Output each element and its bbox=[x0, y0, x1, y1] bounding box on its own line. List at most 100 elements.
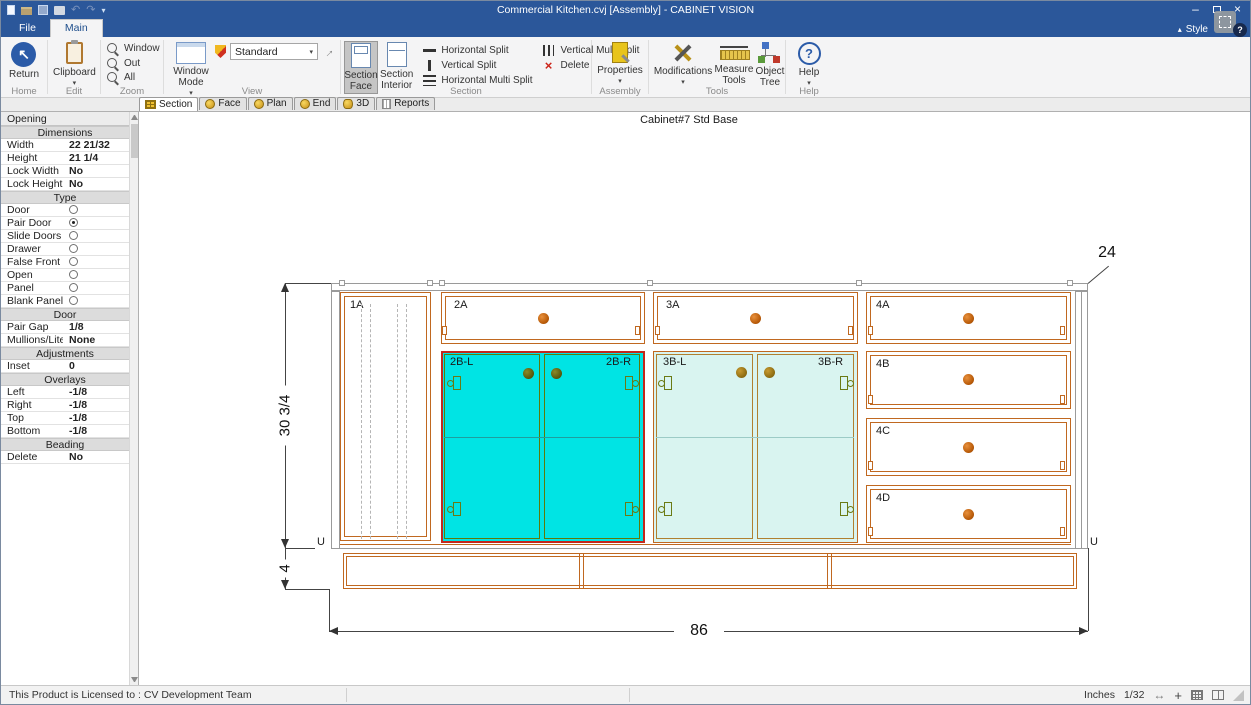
tab-main[interactable]: Main bbox=[50, 19, 103, 37]
view-style-combobox[interactable]: Standard ▾ bbox=[230, 43, 318, 60]
radio-unchecked-icon[interactable] bbox=[69, 296, 78, 305]
pan-arrow-icon[interactable]: → bbox=[319, 42, 337, 60]
precision-label[interactable]: 1/32 bbox=[1124, 689, 1144, 701]
panel-row-label: Mullions/Lites bbox=[1, 334, 63, 346]
pan-tool-icon[interactable]: ↔ bbox=[1153, 688, 1165, 702]
panel-radio-cell[interactable] bbox=[63, 204, 129, 216]
help-bubble-icon[interactable]: ? bbox=[1233, 23, 1247, 37]
status-divider bbox=[629, 688, 630, 702]
split-view-icon[interactable] bbox=[1212, 690, 1224, 700]
print-icon[interactable] bbox=[54, 6, 65, 15]
panel-radio-cell[interactable] bbox=[63, 256, 129, 268]
view-style-row: Standard ▾ → bbox=[215, 43, 334, 60]
panel-row-value[interactable]: 1/8 bbox=[63, 321, 129, 333]
tab-file[interactable]: File bbox=[5, 20, 50, 37]
panel-radio-cell[interactable] bbox=[63, 282, 129, 294]
radio-unchecked-icon[interactable] bbox=[69, 205, 78, 214]
panel-row-value[interactable]: -1/8 bbox=[63, 399, 129, 411]
panel-radio-cell[interactable] bbox=[63, 269, 129, 281]
scroll-thumb[interactable] bbox=[131, 124, 138, 158]
opening-label: 4B bbox=[876, 358, 889, 370]
redo-icon[interactable]: ↷ bbox=[86, 5, 95, 16]
return-button[interactable]: ↖ Return bbox=[7, 41, 41, 81]
radio-unchecked-icon[interactable] bbox=[69, 244, 78, 253]
scroll-up-icon[interactable] bbox=[131, 115, 138, 120]
face-icon bbox=[205, 99, 215, 109]
zoom-window-button[interactable]: Window bbox=[104, 41, 160, 56]
style-button[interactable]: ▴ Style bbox=[1178, 24, 1208, 35]
radio-unchecked-icon[interactable] bbox=[69, 283, 78, 292]
zoom-all-icon bbox=[106, 71, 119, 84]
zoom-out-button[interactable]: Out bbox=[104, 56, 140, 71]
door-knob-icon bbox=[736, 367, 747, 378]
measure-tools-button[interactable]: Measure Tools bbox=[714, 41, 754, 87]
dim-arrow bbox=[281, 580, 289, 589]
scroll-down-icon[interactable] bbox=[131, 677, 138, 682]
crosshair-icon[interactable]: + bbox=[1174, 688, 1182, 703]
clipboard-button[interactable]: Clipboard ▾ bbox=[51, 41, 98, 90]
panel-row-value[interactable]: -1/8 bbox=[63, 425, 129, 437]
view-tab-reports[interactable]: Reports bbox=[376, 97, 435, 110]
panel-section-header: Type bbox=[1, 191, 129, 204]
panel-row-label: Door bbox=[1, 204, 63, 216]
horizontal-split-button[interactable]: Horizontal Split bbox=[421, 43, 532, 58]
panel-radio-cell[interactable] bbox=[63, 217, 129, 229]
units-label[interactable]: Inches bbox=[1084, 689, 1115, 701]
panel-row-value[interactable]: 0 bbox=[63, 360, 129, 372]
grid-toggle-icon[interactable] bbox=[1191, 690, 1203, 700]
new-file-icon[interactable] bbox=[7, 5, 15, 15]
dim-width-text: 86 bbox=[674, 622, 724, 640]
view-tab-end[interactable]: End bbox=[294, 97, 337, 110]
panel-section-header: Door bbox=[1, 308, 129, 321]
open-file-icon[interactable] bbox=[21, 7, 32, 15]
view-tab-strip: SectionFacePlanEnd3DReports bbox=[1, 98, 1250, 112]
drawing-canvas[interactable]: Cabinet#7 Std Base 1A 2A 2B-L 2B-R 3A bbox=[139, 112, 1250, 685]
modifications-button[interactable]: Modifications ▾ bbox=[652, 41, 714, 89]
section-interior-button[interactable]: Section Interior bbox=[378, 41, 415, 92]
save-icon[interactable] bbox=[38, 5, 48, 15]
panel-row-value[interactable]: -1/8 bbox=[63, 386, 129, 398]
radio-unchecked-icon[interactable] bbox=[69, 270, 78, 279]
radio-unchecked-icon[interactable] bbox=[69, 231, 78, 240]
qat-more-icon[interactable]: ▾ bbox=[101, 6, 105, 15]
panel-row: Right-1/8 bbox=[1, 399, 129, 412]
button-label: Window bbox=[124, 43, 160, 54]
clipboard-icon bbox=[66, 42, 83, 64]
panel-row-value[interactable]: No bbox=[63, 165, 129, 177]
drawing-title: Cabinet#7 Std Base bbox=[559, 114, 819, 126]
panel-radio-cell[interactable] bbox=[63, 230, 129, 242]
view-tab-3d[interactable]: 3D bbox=[337, 97, 375, 110]
radio-unchecked-icon[interactable] bbox=[69, 257, 78, 266]
zoom-window-icon bbox=[106, 42, 119, 55]
opening-label: 4C bbox=[876, 425, 890, 437]
panel-row-value[interactable]: None bbox=[63, 334, 129, 346]
ribbon-group-section: Section Face Section Interior Horizontal… bbox=[341, 37, 591, 97]
radio-checked-icon[interactable] bbox=[69, 218, 78, 227]
panel-row-value[interactable]: No bbox=[63, 451, 129, 463]
group-label-zoom: Zoom bbox=[101, 86, 163, 97]
panel-scrollbar[interactable] bbox=[129, 112, 138, 685]
panel-radio-cell[interactable] bbox=[63, 295, 129, 307]
undo-icon[interactable]: ↶ bbox=[71, 5, 80, 16]
view-tab-plan[interactable]: Plan bbox=[248, 97, 293, 110]
view-tab-label: Face bbox=[218, 98, 240, 109]
minimize-button[interactable]: – bbox=[1185, 1, 1206, 17]
cabinet-left-side bbox=[331, 291, 340, 549]
help-button[interactable]: ? Help ▾ bbox=[796, 41, 823, 90]
split-column-1: Horizontal Split Vertical Split Horizont… bbox=[421, 43, 532, 88]
button-label: Out bbox=[124, 58, 140, 69]
panel-row-value[interactable]: -1/8 bbox=[63, 412, 129, 424]
panel-row-value[interactable]: 22 21/32 bbox=[63, 139, 129, 151]
panel-row: Lock HeightNo bbox=[1, 178, 129, 191]
opening-1A[interactable] bbox=[340, 292, 431, 541]
panel-radio-cell[interactable] bbox=[63, 243, 129, 255]
panel-row-value[interactable]: No bbox=[63, 178, 129, 190]
delete-x-icon: × bbox=[545, 60, 553, 71]
properties-button[interactable]: Properties ▾ bbox=[595, 41, 645, 88]
section-grid-icon bbox=[145, 100, 156, 109]
zoom-all-button[interactable]: All bbox=[104, 70, 135, 85]
vertical-split-button[interactable]: Vertical Split bbox=[421, 58, 532, 73]
object-tree-button[interactable]: Object Tree bbox=[754, 41, 786, 89]
drawer-clip-icon bbox=[635, 326, 640, 335]
panel-row-value[interactable]: 21 1/4 bbox=[63, 152, 129, 164]
